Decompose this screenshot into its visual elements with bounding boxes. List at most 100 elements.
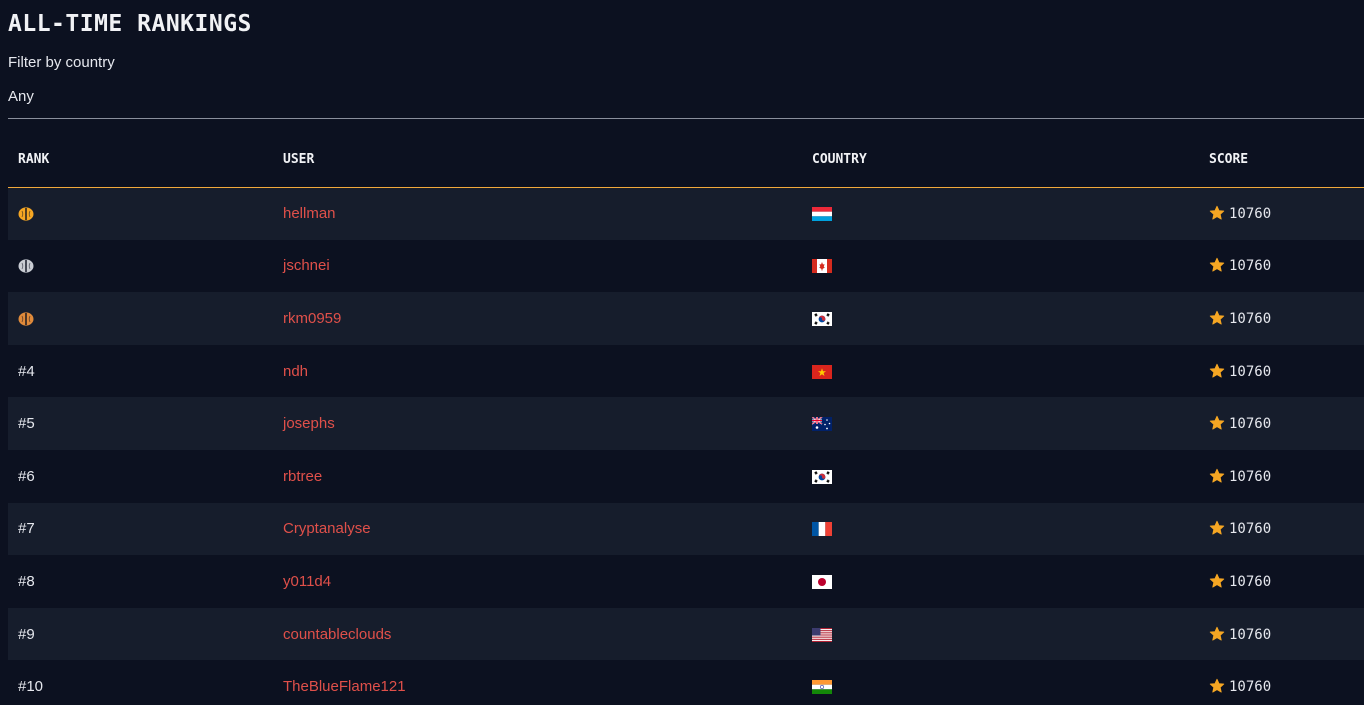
gold-medal-icon: [18, 207, 34, 221]
rank-value: #9: [18, 625, 35, 643]
star-icon: [1209, 678, 1225, 694]
score-value: 10760: [1229, 468, 1272, 485]
canada-flag-icon: [812, 259, 832, 274]
country-cell: [802, 397, 1199, 450]
rank-value: #10: [18, 678, 44, 696]
user-link[interactable]: jschnei: [283, 257, 330, 274]
user-cell: Cryptanalyse: [273, 503, 802, 556]
rank-cell: [8, 240, 273, 293]
country-filter-value: Any: [8, 88, 34, 105]
score-value: 10760: [1229, 310, 1272, 327]
table-header-row: RANK USER COUNTRY SCORE: [8, 133, 1364, 188]
table-row: #6 rbtree 10760: [8, 449, 1364, 503]
usa-flag-icon: [812, 627, 832, 642]
user-link[interactable]: rkm0959: [283, 310, 341, 327]
star-icon: [1209, 520, 1225, 536]
star-icon: [1209, 363, 1225, 379]
score-value: 10760: [1229, 363, 1272, 380]
country-cell: [802, 187, 1199, 240]
rankings-table: RANK USER COUNTRY SCORE hellman 10760 jsch…: [8, 133, 1364, 705]
table-row: jschnei 10760: [8, 239, 1364, 293]
table-row: rkm0959 10760: [8, 292, 1364, 345]
score-cell: 10760: [1199, 345, 1364, 398]
rank-cell: #4: [8, 345, 273, 398]
user-link[interactable]: ndh: [283, 363, 308, 380]
table-row: #10 TheBlueFlame121 10760: [8, 660, 1364, 705]
star-icon: [1209, 468, 1225, 484]
rank-value: #4: [18, 362, 35, 380]
user-link[interactable]: hellman: [283, 205, 336, 222]
rank-cell: #8: [8, 555, 273, 608]
country-cell: [802, 450, 1199, 503]
rank-cell: [8, 292, 273, 345]
score-value: 10760: [1229, 626, 1272, 643]
rank-cell: #6: [8, 450, 273, 503]
country-filter-select[interactable]: Any: [8, 86, 1364, 119]
score-value: 10760: [1229, 573, 1272, 590]
star-icon: [1209, 205, 1225, 221]
user-cell: ndh: [273, 345, 802, 398]
header-score: SCORE: [1199, 133, 1364, 188]
user-cell: hellman: [273, 187, 802, 240]
user-cell: TheBlueFlame121: [273, 660, 802, 705]
country-cell: [802, 660, 1199, 705]
table-row: #4 ndh 10760: [8, 344, 1364, 398]
header-user: USER: [273, 133, 802, 188]
country-cell: [802, 608, 1199, 661]
user-link[interactable]: Cryptanalyse: [283, 520, 371, 537]
page-title: ALL-TIME RANKINGS: [8, 11, 252, 37]
score-value: 10760: [1229, 521, 1272, 538]
country-cell: [802, 345, 1199, 398]
rank-cell: #10: [8, 660, 273, 705]
score-cell: 10760: [1199, 240, 1364, 293]
table-row: #7 Cryptanalyse 10760: [8, 502, 1364, 556]
rank-cell: #5: [8, 397, 273, 450]
star-icon: [1209, 310, 1225, 326]
user-link[interactable]: josephs: [283, 415, 335, 432]
header-country: COUNTRY: [802, 133, 1199, 188]
score-value: 10760: [1229, 679, 1272, 696]
header-rank: RANK: [8, 133, 273, 188]
score-cell: 10760: [1199, 503, 1364, 556]
rankings-page: ALL-TIME RANKINGS Filter by country Any …: [0, 0, 1364, 705]
star-icon: [1209, 415, 1225, 431]
score-value: 10760: [1229, 258, 1272, 275]
silver-medal-icon: [18, 259, 34, 274]
south-korea-flag-icon: [812, 469, 832, 484]
australia-flag-icon: [811, 416, 832, 432]
country-cell: [802, 292, 1199, 345]
score-cell: 10760: [1199, 450, 1364, 503]
country-cell: [802, 240, 1199, 293]
score-cell: 10760: [1199, 397, 1364, 450]
rank-value: #6: [18, 467, 35, 485]
score-cell: 10760: [1199, 660, 1364, 705]
table-row: #8 y011d4 10760: [8, 555, 1364, 608]
star-icon: [1209, 257, 1225, 273]
table-row: #9 countableclouds 10760: [8, 607, 1364, 661]
filter-label: Filter by country: [8, 54, 115, 71]
score-value: 10760: [1229, 206, 1272, 223]
user-cell: y011d4: [273, 555, 802, 608]
france-flag-icon: [812, 522, 832, 537]
user-cell: josephs: [273, 397, 802, 450]
rank-value: #8: [18, 572, 35, 590]
rank-cell: #9: [8, 608, 273, 661]
user-cell: rbtree: [273, 450, 802, 503]
rank-cell: [8, 187, 273, 240]
user-link[interactable]: TheBlueFlame121: [283, 678, 406, 695]
vietnam-flag-icon: [812, 364, 832, 379]
rank-value: #7: [18, 520, 35, 538]
user-link[interactable]: countableclouds: [283, 626, 391, 643]
score-cell: 10760: [1199, 555, 1364, 608]
user-link[interactable]: y011d4: [283, 573, 331, 590]
user-link[interactable]: rbtree: [283, 468, 322, 485]
score-value: 10760: [1229, 416, 1272, 433]
table-row: #5 josephs 10760: [8, 397, 1364, 450]
score-cell: 10760: [1199, 187, 1364, 240]
japan-flag-icon: [812, 574, 832, 589]
bronze-medal-icon: [18, 312, 34, 326]
country-cell: [802, 503, 1199, 556]
south-korea-flag-icon: [812, 312, 832, 327]
user-cell: rkm0959: [273, 292, 802, 345]
user-cell: countableclouds: [273, 608, 802, 661]
